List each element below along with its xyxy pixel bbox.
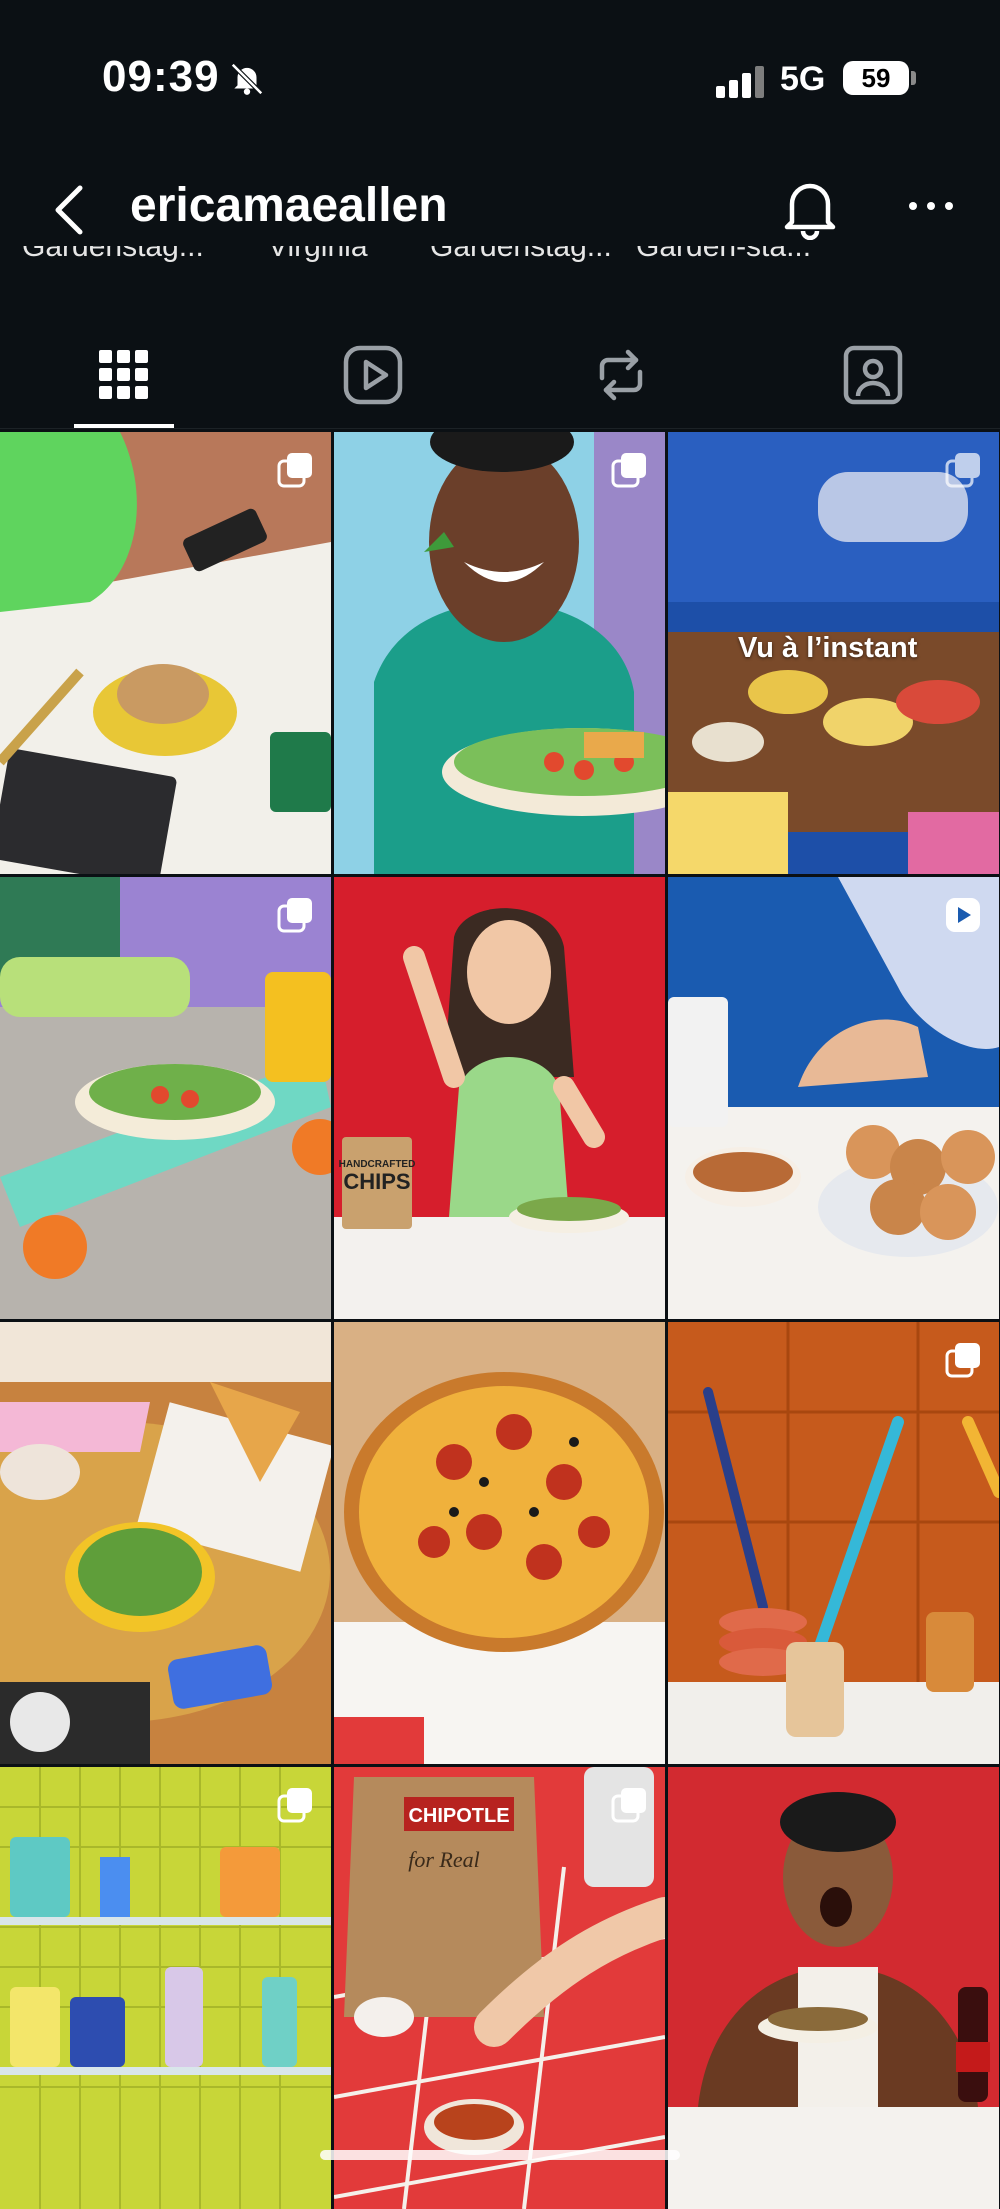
highlight-label[interactable]: Garden-sta...: [636, 246, 811, 264]
battery-cap: [911, 71, 916, 85]
viewed-just-now-label: Vu à l’instant: [738, 632, 918, 664]
highlight-label[interactable]: Gardenstag...: [430, 246, 612, 264]
profile-username: ericamaeallen: [130, 179, 448, 232]
tab-divider: [0, 428, 1000, 429]
chipotle-logo-text: CHIPOTLE: [408, 1805, 509, 1827]
post-thumbnail[interactable]: Vu à l’instant: [668, 432, 999, 874]
highlight-label[interactable]: Gardenstag...: [22, 246, 204, 264]
chips-bag-title: CHIPS: [343, 1169, 410, 1194]
more-options-icon[interactable]: [908, 196, 954, 216]
reel-icon: [946, 898, 980, 932]
post-thumbnail[interactable]: [668, 877, 999, 1319]
post-thumbnail[interactable]: [0, 877, 331, 1319]
post-thumbnail[interactable]: [0, 1767, 331, 2209]
carousel-icon: [277, 1788, 312, 1823]
post-thumbnail[interactable]: [0, 1322, 331, 1764]
notifications-bell-icon[interactable]: [780, 176, 840, 240]
carousel-icon: [277, 898, 312, 933]
post-thumbnail[interactable]: [668, 1767, 999, 2209]
carousel-icon: [611, 453, 646, 488]
post-thumbnail[interactable]: [334, 1322, 665, 1764]
post-thumbnail[interactable]: [334, 432, 665, 874]
back-arrow-icon[interactable]: [50, 180, 90, 240]
post-thumbnail[interactable]: [0, 432, 331, 874]
post-thumbnail[interactable]: [668, 1322, 999, 1764]
carousel-icon: [945, 1343, 980, 1378]
tab-reels[interactable]: [338, 340, 408, 410]
network-label: 5G: [780, 60, 826, 98]
posts-grid: Vu à l’instant HANDCRAFTED CHIPS CHIPOTL…: [0, 432, 1000, 2209]
carousel-icon: [277, 453, 312, 488]
post-thumbnail[interactable]: CHIPOTLE for Real: [334, 1767, 665, 2209]
muted-bell-icon: [231, 63, 263, 95]
home-indicator[interactable]: [320, 2150, 680, 2160]
post-thumbnail[interactable]: HANDCRAFTED CHIPS: [334, 877, 665, 1319]
status-time: 09:39: [102, 52, 220, 101]
story-highlights: Gardenstag... Virginia Gardenstag... Gar…: [0, 246, 1000, 280]
battery-icon: 59: [843, 61, 909, 95]
for-real-text: for Real: [408, 1847, 480, 1872]
highlight-label[interactable]: Virginia: [268, 246, 368, 264]
carousel-icon: [611, 1788, 646, 1823]
carousel-icon: [945, 453, 980, 488]
tab-grid[interactable]: [89, 340, 159, 410]
signal-icon: [716, 64, 766, 98]
tab-reposts[interactable]: [586, 340, 656, 410]
tab-tagged[interactable]: [838, 340, 908, 410]
